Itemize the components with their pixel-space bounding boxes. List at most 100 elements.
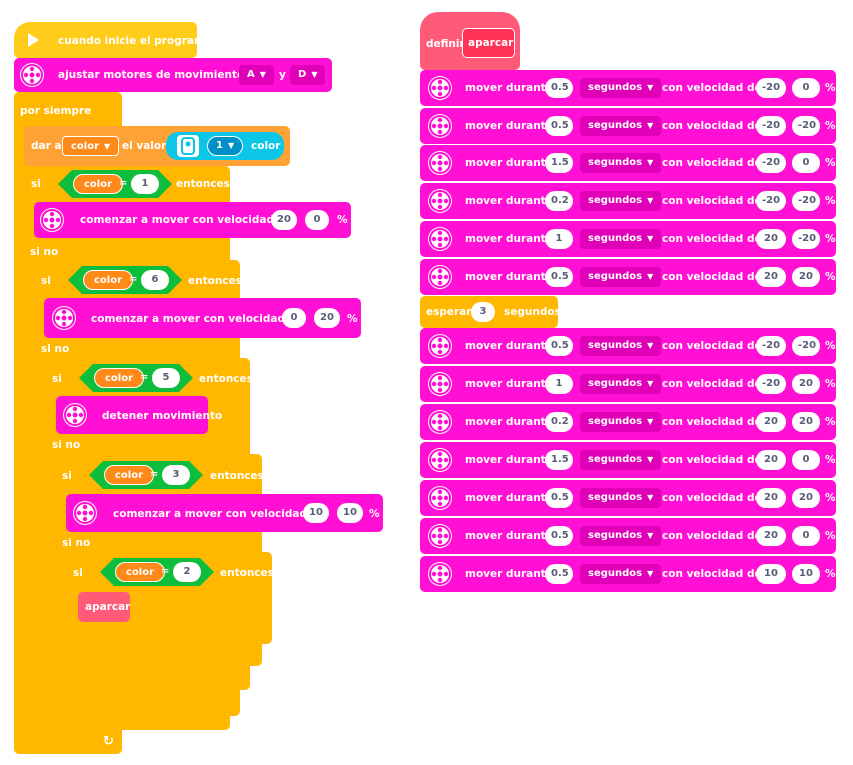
- speed-left-value[interactable]: -20: [756, 374, 786, 394]
- percent-label: %: [825, 157, 836, 170]
- motor-icon: [428, 562, 452, 586]
- else3-label: si no: [52, 439, 81, 451]
- speed-right-value[interactable]: 0: [792, 153, 820, 174]
- compare-value-1[interactable]: 1: [131, 174, 159, 194]
- duration-unit-dropdown[interactable]: segundos ▼: [580, 450, 662, 470]
- move2-speed1[interactable]: 0: [282, 308, 306, 328]
- duration-value[interactable]: 0.2: [545, 191, 573, 212]
- chevron-down-icon: ▼: [647, 493, 654, 502]
- duration-unit-dropdown[interactable]: segundos ▼: [580, 153, 662, 174]
- speed-right-value[interactable]: 0: [792, 450, 820, 470]
- port-d-dropdown[interactable]: D ▼: [290, 65, 326, 85]
- speed-right-value[interactable]: 20: [792, 488, 820, 508]
- move-for-label: mover durante: [465, 232, 553, 245]
- speed-right-value[interactable]: 20: [792, 374, 820, 394]
- if5-si-label: si: [73, 567, 83, 579]
- move2-speed2[interactable]: 20: [314, 308, 340, 328]
- move1-speed2[interactable]: 0: [305, 210, 329, 230]
- move1-unit: %: [337, 214, 348, 226]
- duration-value[interactable]: 0.5: [545, 488, 573, 508]
- duration-value[interactable]: 0.5: [545, 266, 573, 287]
- compare-value-2[interactable]: 6: [141, 270, 169, 290]
- compare-value-5[interactable]: 2: [173, 562, 201, 582]
- speed-label: con velocidad de: [662, 119, 762, 132]
- speed-left-value[interactable]: -20: [756, 153, 786, 174]
- duration-unit-dropdown[interactable]: segundos ▼: [580, 564, 662, 584]
- else1-label: si no: [30, 246, 59, 258]
- duration-unit-dropdown[interactable]: segundos ▼: [580, 191, 662, 212]
- color-variable-pill-3[interactable]: color: [94, 368, 145, 388]
- duration-value[interactable]: 1: [545, 374, 573, 394]
- wait-label: esperar: [426, 306, 472, 318]
- duration-unit-dropdown[interactable]: segundos ▼: [580, 526, 662, 546]
- call-aparcar-text: aparcar: [85, 601, 131, 613]
- speed-left-value[interactable]: 20: [756, 526, 786, 546]
- duration-unit-dropdown[interactable]: segundos ▼: [580, 266, 662, 287]
- speed-right-value[interactable]: -20: [792, 336, 820, 356]
- speed-left-value[interactable]: 10: [756, 564, 786, 584]
- duration-value[interactable]: 0.5: [545, 78, 573, 98]
- speed-left-value[interactable]: 20: [756, 488, 786, 508]
- equals-sign-4: =: [150, 469, 159, 480]
- speed-label: con velocidad de: [662, 157, 762, 170]
- speed-right-value[interactable]: 0: [792, 526, 820, 546]
- speed-left-value[interactable]: 20: [756, 412, 786, 432]
- move-for-label: mover durante: [465, 378, 553, 390]
- speed-left-value[interactable]: -20: [756, 115, 786, 136]
- speed-right-value[interactable]: 0: [792, 78, 820, 98]
- speed-right-value[interactable]: -20: [792, 228, 820, 249]
- color-variable-pill-1[interactable]: color: [73, 174, 124, 194]
- duration-unit-text: segundos: [588, 195, 643, 207]
- speed-right-value[interactable]: 10: [792, 564, 820, 584]
- color-variable-pill-4[interactable]: color: [104, 465, 155, 485]
- sensor-port-dropdown[interactable]: 1 ▼: [207, 136, 244, 156]
- compare-value-4[interactable]: 3: [162, 465, 190, 485]
- duration-value[interactable]: 1: [545, 228, 573, 249]
- duration-value[interactable]: 0.2: [545, 412, 573, 432]
- port-a-dropdown[interactable]: A ▼: [239, 65, 274, 85]
- speed-right-value[interactable]: 20: [792, 412, 820, 432]
- speed-label: con velocidad de: [662, 270, 762, 283]
- duration-value[interactable]: 0.5: [545, 526, 573, 546]
- and-label: y: [279, 69, 286, 81]
- color-variable-pill-2[interactable]: color: [83, 270, 134, 290]
- move4-label: comenzar a mover con velocidad de: [113, 508, 326, 520]
- speed-left-value[interactable]: -20: [756, 191, 786, 212]
- duration-value[interactable]: 1.5: [545, 153, 573, 174]
- speed-left-value[interactable]: 20: [756, 266, 786, 287]
- move1-speed1[interactable]: 20: [271, 210, 297, 230]
- duration-unit-text: segundos: [588, 530, 643, 541]
- variable-dropdown[interactable]: color ▼: [62, 136, 120, 156]
- chevron-down-icon: ▼: [647, 196, 654, 206]
- duration-unit-dropdown[interactable]: segundos ▼: [580, 115, 662, 136]
- chevron-down-icon: ▼: [647, 233, 654, 243]
- color-variable-pill-5[interactable]: color: [115, 562, 166, 582]
- duration-unit-dropdown[interactable]: segundos ▼: [580, 228, 662, 249]
- duration-value[interactable]: 1.5: [545, 450, 573, 470]
- speed-right-value[interactable]: -20: [792, 115, 820, 136]
- duration-unit-dropdown[interactable]: segundos ▼: [580, 412, 662, 432]
- speed-left-value[interactable]: 20: [756, 450, 786, 470]
- speed-left-value[interactable]: 20: [756, 228, 786, 249]
- speed-left-value[interactable]: -20: [756, 78, 786, 98]
- duration-unit-dropdown[interactable]: segundos ▼: [580, 488, 662, 508]
- duration-unit-dropdown[interactable]: segundos ▼: [580, 78, 662, 98]
- speed-right-value[interactable]: -20: [792, 191, 820, 212]
- wait-value[interactable]: 3: [471, 302, 495, 322]
- chevron-down-icon: ▼: [647, 417, 654, 426]
- percent-label: %: [825, 270, 836, 283]
- move-for-label: mover durante: [465, 416, 553, 428]
- duration-unit-dropdown[interactable]: segundos ▼: [580, 374, 662, 394]
- play-flag-icon: [24, 31, 42, 49]
- move4-speed2[interactable]: 10: [337, 503, 363, 523]
- duration-unit-text: segundos: [588, 82, 643, 93]
- speed-left-value[interactable]: -20: [756, 336, 786, 356]
- duration-value[interactable]: 0.5: [545, 115, 573, 136]
- speed-label: con velocidad de: [662, 568, 762, 580]
- duration-unit-dropdown[interactable]: segundos ▼: [580, 336, 662, 356]
- duration-value[interactable]: 0.5: [545, 564, 573, 584]
- speed-right-value[interactable]: 20: [792, 266, 820, 287]
- duration-value[interactable]: 0.5: [545, 336, 573, 356]
- compare-value-3[interactable]: 5: [152, 368, 180, 388]
- move4-speed1[interactable]: 10: [303, 503, 329, 523]
